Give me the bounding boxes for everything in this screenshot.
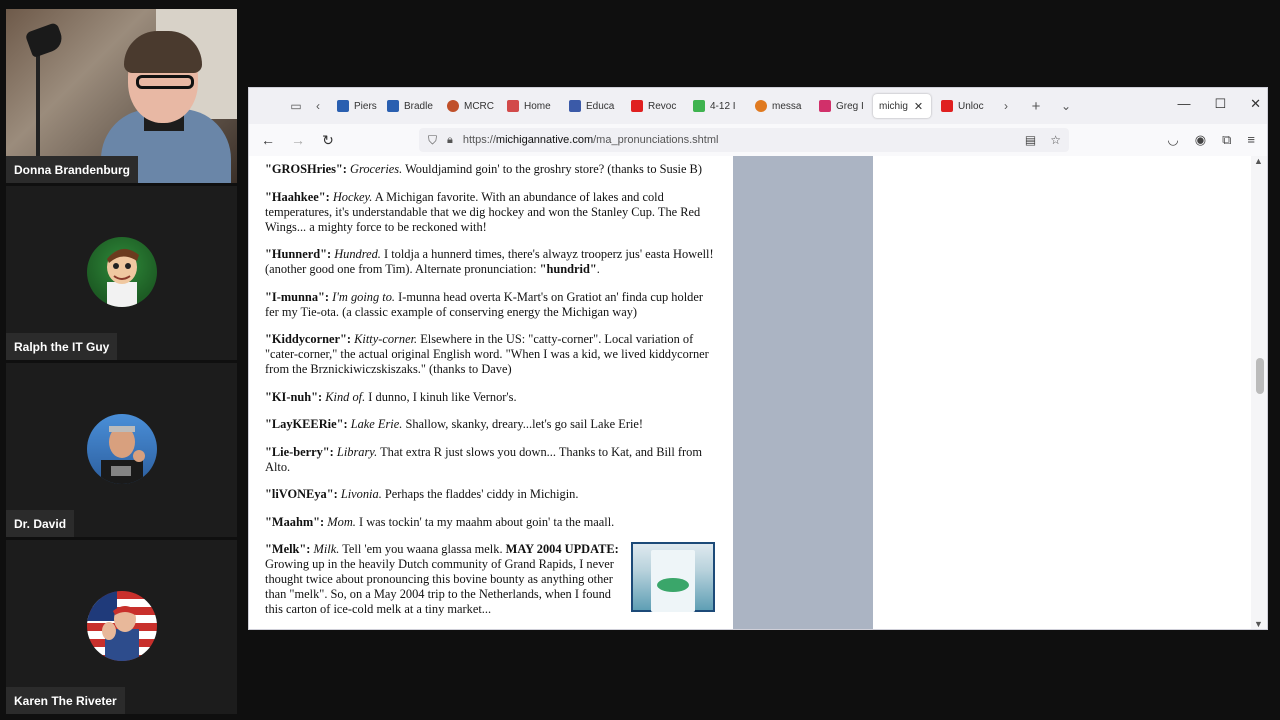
riveter-avatar (87, 591, 157, 661)
browser-window: ▭ ‹ Pierso Bradle MCRC Home Educa Revoc … (248, 87, 1268, 630)
tab-bar: ▭ ‹ Pierso Bradle MCRC Home Educa Revoc … (249, 88, 1267, 124)
back-icon[interactable]: ← (253, 132, 283, 148)
tab-mcrc[interactable]: MCRC (441, 94, 497, 118)
youtube-icon (631, 100, 643, 112)
tab-favicon-icon (507, 100, 519, 112)
list-item: "Hunnerd": Hundred. I toldja a hunnerd t… (265, 247, 714, 276)
tab-pierson[interactable]: Pierso (331, 94, 377, 118)
url-bar[interactable]: ⛉ 🔒︎ https://michigannative.com/ma_pronu… (419, 128, 1069, 152)
participant-name: Karen The Riveter (6, 687, 125, 714)
bookmark-star-icon[interactable]: ☆ (1050, 133, 1061, 147)
participant-tile-karen[interactable]: Karen The Riveter (6, 540, 237, 714)
tab-favicon-icon (569, 100, 581, 112)
minimize-icon[interactable]: — (1177, 96, 1190, 112)
account-icon[interactable]: ◉ (1195, 132, 1206, 148)
tab-scroll-right-icon[interactable]: › (995, 99, 1017, 113)
lamp-icon (24, 21, 66, 59)
reader-view-icon[interactable]: ▤ (1025, 133, 1036, 147)
reload-icon[interactable]: ↻ (313, 132, 343, 149)
scroll-down-icon[interactable]: ▼ (1254, 619, 1263, 629)
list-item: "KI-nuh": Kind of. I dunno, I kinuh like… (265, 389, 517, 404)
url-text[interactable]: https://michigannative.com/ma_pronunciat… (463, 134, 719, 146)
maximize-icon[interactable]: ☐ (1214, 96, 1226, 112)
page-viewport: "GROSHries": Groceries. Wouldjamind goin… (249, 156, 1253, 629)
tab-greg[interactable]: Greg I (813, 94, 869, 118)
forward-icon[interactable]: → (283, 132, 313, 148)
tab-favicon-icon (447, 100, 459, 112)
tab-overview-icon[interactable]: ▭ (285, 99, 307, 113)
participant-tile-ralph[interactable]: Ralph the IT Guy (6, 186, 237, 360)
list-item: "GROSHries": Groceries. Wouldjamind goin… (265, 162, 702, 176)
tab-4-12[interactable]: 4-12 I (687, 94, 745, 118)
tab-scroll-left-icon[interactable]: ‹ (307, 99, 329, 113)
lock-icon[interactable]: 🔒︎ (447, 134, 453, 147)
milk-carton-image[interactable] (631, 542, 715, 612)
list-item-melk: "Melk": Milk. Tell 'em you waana glassa … (265, 542, 715, 617)
list-item: "LayKEERie": Lake Erie. Shallow, skanky,… (265, 417, 644, 431)
list-item: "Lie-berry": Library. That extra R just … (265, 444, 702, 474)
tab-revoc[interactable]: Revoc (625, 94, 683, 118)
pronunciations-list: "GROSHries": Groceries. Wouldjamind goin… (265, 162, 715, 629)
instagram-icon (819, 100, 831, 112)
tab-favicon-icon (755, 100, 767, 112)
tab-home[interactable]: Home (501, 94, 559, 118)
play-icon (693, 100, 705, 112)
list-item: "liVONEya": Livonia. Perhaps the fladdes… (265, 487, 579, 501)
list-item: "Haahkee": Hockey. A Michigan favorite. … (265, 189, 701, 234)
list-item: "I-munna": I'm going to. I-munna head ov… (265, 289, 703, 319)
list-item: "Maahm": Mom. I was tockin' ta my maahm … (265, 514, 615, 529)
participant-tile-david[interactable]: Dr. David (6, 363, 237, 537)
side-column (733, 156, 873, 629)
participant-name: Donna Brandenburg (6, 156, 138, 183)
participant-tile-donna[interactable]: Donna Brandenburg (6, 9, 237, 183)
scrollbar[interactable]: ▲ ▼ (1251, 156, 1267, 629)
menu-icon[interactable]: ≡ (1247, 132, 1255, 148)
close-window-icon[interactable]: ✕ (1250, 96, 1261, 112)
man-portrait-avatar (87, 414, 157, 484)
new-tab-icon[interactable]: + (1025, 98, 1047, 115)
list-tabs-icon[interactable]: ⌄ (1055, 99, 1077, 113)
pocket-icon[interactable]: ◡ (1167, 132, 1178, 148)
tab-education[interactable]: Educa (563, 94, 621, 118)
scrollbar-thumb[interactable] (1256, 358, 1264, 394)
tab-bradley[interactable]: Bradle (381, 94, 437, 118)
scroll-up-icon[interactable]: ▲ (1254, 156, 1263, 166)
close-tab-icon[interactable]: ✕ (914, 100, 923, 113)
list-item: "Kiddycorner": Kitty-corner. Elsewhere i… (265, 332, 709, 376)
tab-favicon-icon (387, 100, 399, 112)
extensions-icon[interactable]: ⧉ (1222, 132, 1231, 148)
participant-name: Dr. David (6, 510, 75, 537)
shield-icon[interactable]: ⛉ (428, 133, 437, 148)
participant-name: Ralph the IT Guy (6, 333, 118, 360)
tab-unlock[interactable]: Unloc (935, 94, 993, 118)
tab-message[interactable]: messa (749, 94, 809, 118)
tab-favicon-icon (337, 100, 349, 112)
youtube-icon (941, 100, 953, 112)
cartoon-scientist-avatar (87, 237, 157, 307)
tab-michigannative[interactable]: michig ✕ (873, 94, 931, 118)
